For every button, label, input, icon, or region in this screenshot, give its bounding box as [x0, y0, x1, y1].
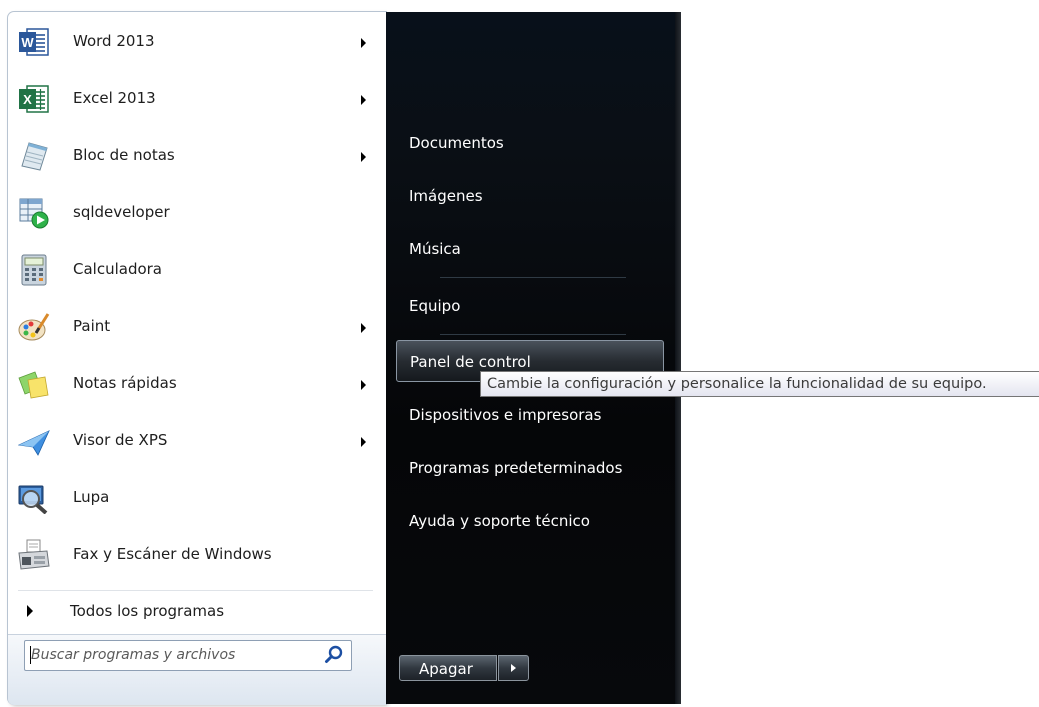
right-item-documentos[interactable]: Documentos [396, 122, 664, 164]
all-programs-label: Todos los programas [70, 602, 225, 620]
program-label: sqldeveloper [73, 203, 170, 221]
program-label: Visor de XPS [73, 431, 168, 449]
right-item-label: Dispositivos e impresoras [409, 406, 602, 424]
svg-text:W: W [21, 35, 34, 50]
program-label: Excel 2013 [73, 89, 156, 107]
separator [440, 334, 626, 335]
submenu-arrow-icon[interactable] [361, 437, 366, 447]
submenu-arrow-icon[interactable] [361, 38, 366, 48]
shutdown-options-button[interactable] [498, 655, 529, 681]
program-visor-de-xps[interactable]: Visor de XPS [8, 413, 386, 470]
separator [18, 590, 373, 591]
shutdown-label: Apagar [419, 660, 473, 678]
expand-arrow-icon [27, 605, 33, 617]
calculator-icon [18, 254, 50, 286]
program-label: Calculadora [73, 260, 163, 278]
excel-icon: X [18, 83, 50, 115]
program-paint[interactable]: Paint [8, 299, 386, 356]
fax-scanner-icon [18, 539, 50, 571]
svg-text:X: X [23, 92, 32, 107]
program-label: Fax y Escáner de Windows [73, 545, 272, 563]
program-excel-2013[interactable]: X Excel 2013 [8, 71, 386, 128]
right-item-dispositivos[interactable]: Dispositivos e impresoras [396, 394, 664, 436]
search-input[interactable] [31, 641, 311, 668]
program-bloc-de-notas[interactable]: Bloc de notas [8, 128, 386, 185]
right-item-ayuda[interactable]: Ayuda y soporte técnico [396, 500, 664, 542]
right-item-equipo[interactable]: Equipo [396, 285, 664, 327]
right-item-label: Ayuda y soporte técnico [409, 512, 590, 530]
program-label: Bloc de notas [73, 146, 175, 164]
sticky-notes-icon [18, 368, 50, 400]
program-lupa[interactable]: Lupa [8, 470, 386, 527]
search-box[interactable] [24, 640, 352, 671]
program-label: Notas rápidas [73, 374, 177, 392]
sqldeveloper-icon [18, 197, 50, 229]
shutdown-button[interactable]: Apagar [399, 655, 497, 681]
magnifier-icon [18, 482, 50, 515]
xps-viewer-icon [17, 425, 50, 457]
program-word-2013[interactable]: W Word 2013 [8, 14, 386, 71]
notepad-icon [18, 140, 50, 172]
right-item-musica[interactable]: Música [396, 228, 664, 270]
program-calculadora[interactable]: Calculadora [8, 242, 386, 299]
program-sqldeveloper[interactable]: sqldeveloper [8, 185, 386, 242]
separator [440, 277, 626, 278]
right-item-label: Equipo [409, 297, 461, 315]
right-item-label: Documentos [409, 134, 504, 152]
search-icon[interactable] [323, 644, 345, 666]
right-item-label: Panel de control [410, 353, 531, 371]
word-icon: W [18, 26, 50, 58]
submenu-arrow-icon[interactable] [361, 95, 366, 105]
paint-icon [18, 311, 50, 343]
all-programs-button[interactable]: Todos los programas [8, 596, 386, 626]
right-item-label: Música [409, 240, 461, 258]
right-item-programas-predeterminados[interactable]: Programas predeterminados [396, 447, 664, 489]
tooltip-text: Cambie la configuración y personalice la… [487, 376, 987, 392]
program-notas-rapidas[interactable]: Notas rápidas [8, 356, 386, 413]
submenu-arrow-icon[interactable] [361, 323, 366, 333]
tooltip: Cambie la configuración y personalice la… [480, 371, 1039, 397]
program-label: Lupa [73, 488, 110, 506]
right-item-imagenes[interactable]: Imágenes [396, 175, 664, 217]
start-menu-places-panel: Documentos Imágenes Música Equipo Panel … [386, 12, 681, 704]
right-item-label: Imágenes [409, 187, 483, 205]
chevron-right-icon [511, 664, 516, 672]
submenu-arrow-icon[interactable] [361, 380, 366, 390]
right-item-label: Programas predeterminados [409, 459, 623, 477]
panel-edge [675, 12, 681, 704]
submenu-arrow-icon[interactable] [361, 152, 366, 162]
program-label: Paint [73, 317, 111, 335]
program-label: Word 2013 [73, 32, 155, 50]
start-menu-programs-panel: W Word 2013 X Excel 2013 Bloc de notas s… [8, 12, 386, 705]
program-fax-escaner[interactable]: Fax y Escáner de Windows [8, 527, 386, 584]
